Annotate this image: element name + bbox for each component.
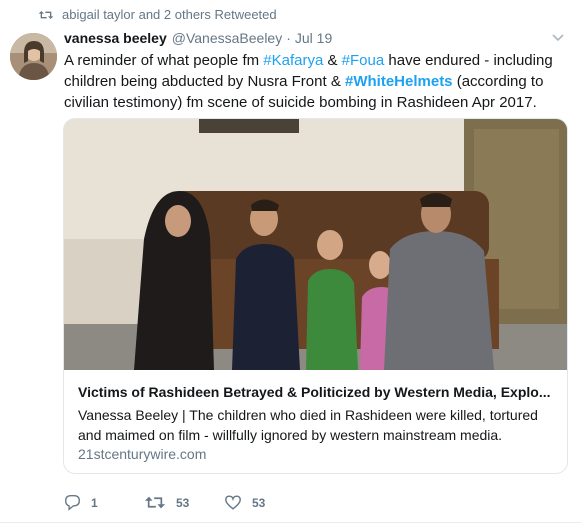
hashtag-kafarya[interactable]: #Kafarya xyxy=(263,52,323,69)
reply-button[interactable]: 1 xyxy=(64,494,98,511)
separator-dot: · xyxy=(286,30,291,46)
retweet-icon xyxy=(38,10,54,19)
reply-count: 1 xyxy=(91,495,98,510)
avatar[interactable] xyxy=(10,33,57,80)
tweet-timestamp[interactable]: Jul 19 xyxy=(295,30,332,46)
retweet-button[interactable]: 53 xyxy=(144,494,189,511)
like-button[interactable]: 53 xyxy=(224,494,265,511)
tweet-text: A reminder of what people fm #Kafarya & … xyxy=(64,50,569,113)
hashtag-foua[interactable]: #Foua xyxy=(342,52,385,69)
hashtag-whitehelmets[interactable]: #WhiteHelmets xyxy=(345,73,453,90)
card-title[interactable]: Victims of Rashideen Betrayed & Politici… xyxy=(78,384,558,400)
tweet[interactable]: abigail taylor and 2 others Retweeted va… xyxy=(0,0,581,523)
avatar-image xyxy=(10,33,57,80)
tweet-text-part: A reminder of what people fm xyxy=(64,52,264,69)
like-count: 53 xyxy=(252,495,266,510)
retweet-count: 53 xyxy=(176,495,190,510)
link-card[interactable]: Victims of Rashideen Betrayed & Politici… xyxy=(63,118,568,474)
author-name[interactable]: vanessa beeley xyxy=(64,30,167,46)
retweet-context: abigail taylor and 2 others Retweeted xyxy=(38,7,277,22)
chevron-down-icon[interactable] xyxy=(549,28,567,46)
tweet-text-part: & xyxy=(323,52,342,69)
card-domain[interactable]: 21stcenturywire.com xyxy=(78,446,206,462)
card-description: Vanessa Beeley | The children who died i… xyxy=(78,407,538,443)
heart-icon xyxy=(225,495,241,510)
retweet-icon xyxy=(144,496,166,509)
card-body[interactable]: Victims of Rashideen Betrayed & Politici… xyxy=(64,370,567,473)
card-photo[interactable] xyxy=(64,119,567,370)
reply-icon xyxy=(65,495,80,511)
retweet-context-text[interactable]: abigail taylor and 2 others Retweeted xyxy=(62,7,277,22)
tweet-header: vanessa beeley @VanessaBeeley · Jul 19 xyxy=(64,30,332,46)
tweet-actions: 1 53 53 xyxy=(64,494,484,516)
author-handle[interactable]: @VanessaBeeley xyxy=(172,30,282,46)
